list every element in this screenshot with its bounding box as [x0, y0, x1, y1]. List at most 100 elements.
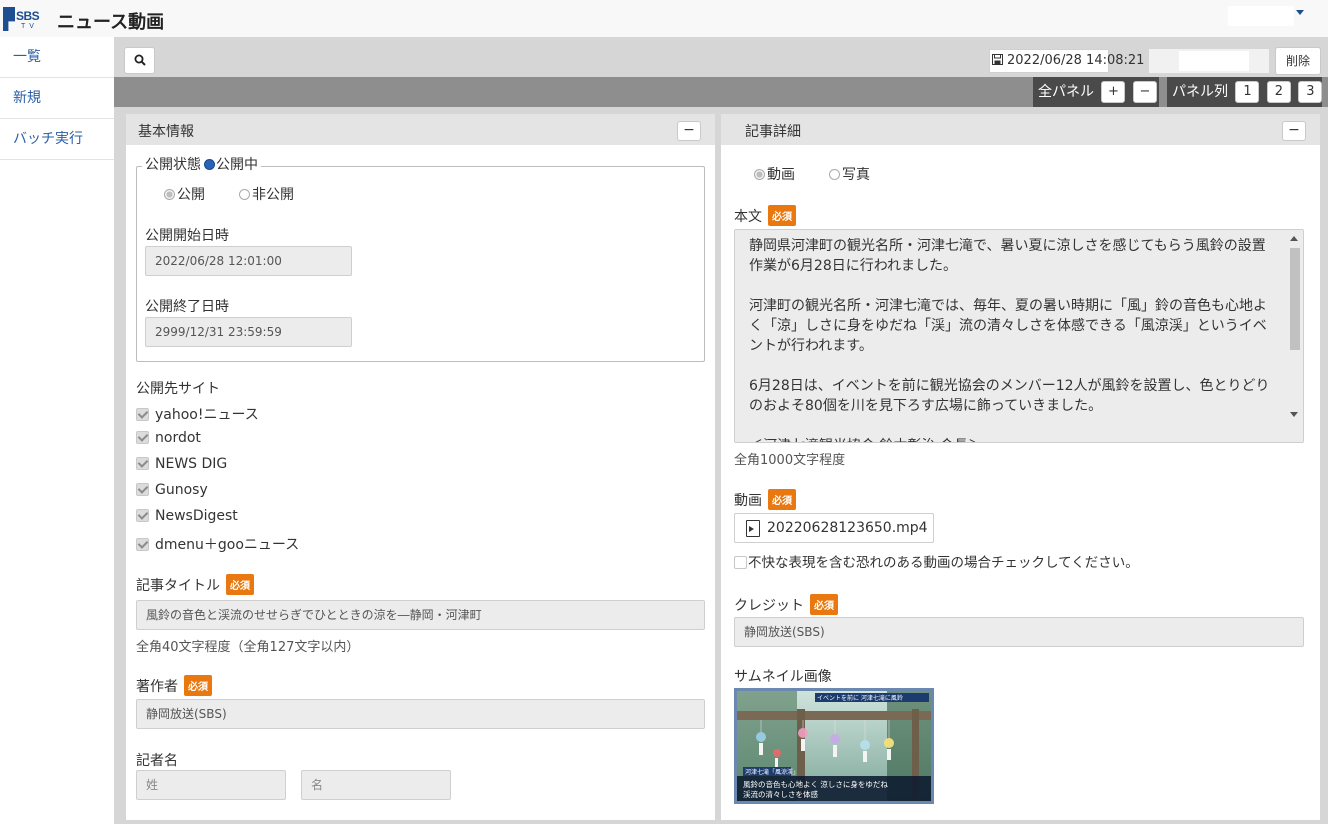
- checkbox[interactable]: [136, 408, 149, 421]
- search-icon: [134, 54, 146, 66]
- target-sites-label: 公開先サイト: [136, 381, 220, 397]
- end-date-label: 公開終了日時: [145, 299, 229, 315]
- logo-subtext: TV: [21, 23, 38, 30]
- credit-label: クレジット 必須: [734, 594, 838, 615]
- checkbox[interactable]: [136, 431, 149, 444]
- body-text: 静岡県河津町の観光名所・河津七滝で、暑い夏に涼しさを感じてもらう風鈴の設置作業が…: [749, 238, 1270, 442]
- all-panels-group: 全パネル + −: [1033, 77, 1159, 107]
- sbs-logo[interactable]: SBS TV: [3, 5, 49, 33]
- columns-1-button[interactable]: 1: [1235, 81, 1260, 103]
- start-date-field[interactable]: 2022/06/28 12:01:00: [145, 246, 352, 276]
- main-area: 2022/06/28 14:08:21 削除 全パネル + − パネル列 1 2…: [114, 37, 1328, 824]
- panel-columns-label: パネル列: [1172, 84, 1228, 100]
- credit-field[interactable]: 静岡放送(SBS): [734, 617, 1304, 647]
- checkbox[interactable]: [136, 509, 149, 522]
- reporter-last-name-input[interactable]: 姓: [136, 770, 286, 800]
- radio-private[interactable]: 非公開: [239, 184, 294, 204]
- thumbnail-image[interactable]: イベントを前に 河津七滝に風鈴 河津七滝「風涼渓」 風鈴の音色も心地よく 涼しさ…: [734, 688, 934, 804]
- sidebar-item-list[interactable]: 一覧: [0, 37, 114, 78]
- site-checkbox-row[interactable]: NewsDigest: [136, 508, 238, 524]
- reporter-label: 記者名: [136, 753, 178, 769]
- top-bar: SBS TV ニュース動画: [0, 0, 1328, 37]
- reporter-first-name-input[interactable]: 名: [301, 770, 451, 800]
- radio-private-button[interactable]: [239, 189, 250, 200]
- publish-status-label: 公開状態: [145, 157, 201, 173]
- chevron-down-icon[interactable]: [1296, 10, 1304, 15]
- body-scrollbar[interactable]: [1286, 230, 1303, 442]
- article-title-label: 記事タイトル 必須: [136, 574, 254, 595]
- site-label: dmenu＋gooニュース: [155, 537, 300, 553]
- scroll-thumb[interactable]: [1290, 248, 1300, 350]
- columns-2-button[interactable]: 2: [1266, 81, 1291, 103]
- radio-public[interactable]: 公開: [164, 184, 205, 204]
- collapse-all-button[interactable]: −: [1132, 81, 1157, 103]
- site-checkbox-row[interactable]: Gunosy: [136, 482, 208, 498]
- thumbnail-line-2: 渓流の清々しさを体感: [743, 789, 818, 799]
- body-label-text: 本文: [734, 209, 762, 225]
- publish-status-value: 公開中: [216, 157, 258, 173]
- site-label: NewsDigest: [155, 508, 238, 524]
- site-checkbox-row[interactable]: dmenu＋gooニュース: [136, 534, 299, 554]
- author-field[interactable]: 静岡放送(SBS): [136, 699, 705, 729]
- site-checkbox-row[interactable]: nordot: [136, 430, 201, 446]
- app-title: ニュース動画: [57, 12, 165, 33]
- site-label: nordot: [155, 430, 201, 446]
- start-date-label: 公開開始日時: [145, 228, 229, 244]
- body-hint: 全角1000文字程度: [734, 453, 846, 468]
- collapse-button[interactable]: −: [1282, 121, 1306, 141]
- site-label: NEWS DIG: [155, 456, 228, 472]
- scroll-up-icon[interactable]: [1290, 236, 1298, 241]
- scroll-down-icon[interactable]: [1290, 412, 1298, 417]
- radio-video-label: 動画: [767, 167, 795, 183]
- search-button[interactable]: [124, 47, 155, 74]
- article-detail-panel: 記事詳細 − 動画 写真 本文 必須 静岡県河津町の観光名所・河津七滝で、暑い夏に…: [717, 114, 1324, 824]
- required-badge: 必須: [768, 205, 796, 226]
- required-badge: 必須: [768, 489, 796, 510]
- radio-photo-label: 写真: [842, 167, 870, 183]
- saved-timestamp: 2022/06/28 14:08:21: [989, 49, 1144, 73]
- article-title-label-text: 記事タイトル: [136, 578, 220, 594]
- globe-icon: [204, 159, 215, 170]
- user-menu[interactable]: [1228, 6, 1294, 26]
- columns-3-button[interactable]: 3: [1298, 81, 1323, 103]
- required-badge: 必須: [810, 594, 838, 615]
- radio-public-button[interactable]: [164, 189, 175, 200]
- thumbnail-line-1: 風鈴の音色も心地よく 涼しさに身をゆだね: [743, 779, 888, 789]
- required-badge: 必須: [184, 675, 212, 696]
- checkbox[interactable]: [136, 457, 149, 470]
- checkbox[interactable]: [136, 483, 149, 496]
- expand-all-button[interactable]: +: [1101, 81, 1126, 103]
- radio-private-label: 非公開: [252, 187, 294, 203]
- site-checkbox-row[interactable]: NEWS DIG: [136, 456, 227, 472]
- video-file-icon: [746, 520, 760, 537]
- author-label: 著作者 必須: [136, 675, 212, 696]
- radio-photo-button[interactable]: [829, 169, 840, 180]
- delete-button[interactable]: 削除: [1275, 47, 1321, 75]
- end-date-field[interactable]: 2999/12/31 23:59:59: [145, 317, 352, 347]
- radio-video[interactable]: 動画: [754, 164, 795, 184]
- panel-header: 記事詳細 −: [721, 114, 1320, 145]
- checkbox[interactable]: [136, 538, 149, 551]
- sensitive-content-checkbox-row[interactable]: 不快な表現を含む恐れのある動画の場合チェックしてください。: [734, 551, 1139, 571]
- author-label-text: 著作者: [136, 679, 178, 695]
- article-title-hint: 全角40文字程度（全角127文字以内）: [136, 640, 360, 655]
- sensitive-content-checkbox[interactable]: [734, 556, 747, 569]
- site-label: Gunosy: [155, 482, 208, 498]
- body-textarea[interactable]: 静岡県河津町の観光名所・河津七滝で、暑い夏に涼しさを感じてもらう風鈴の設置作業が…: [734, 229, 1304, 443]
- thumbnail-caption-top: イベントを前に 河津七滝に風鈴: [817, 694, 903, 702]
- panel-title: 基本情報: [138, 124, 194, 140]
- panel-title: 記事詳細: [745, 124, 801, 140]
- radio-video-button[interactable]: [754, 169, 765, 180]
- thumbnail-label: サムネイル画像: [734, 669, 832, 685]
- sidebar: 一覧 新規 バッチ実行: [0, 37, 114, 824]
- save-icon: [992, 54, 1003, 65]
- radio-photo[interactable]: 写真: [829, 164, 870, 184]
- sidebar-item-batch[interactable]: バッチ実行: [0, 119, 114, 160]
- site-checkbox-row[interactable]: yahoo!ニュース: [136, 404, 259, 424]
- sidebar-item-new[interactable]: 新規: [0, 78, 114, 119]
- article-title-field[interactable]: 風鈴の音色と渓流のせせらぎでひとときの涼を―静岡・河津町: [136, 600, 705, 630]
- toolbar: 2022/06/28 14:08:21 削除: [114, 37, 1328, 77]
- video-file[interactable]: 20220628123650.mp4: [734, 513, 934, 543]
- collapse-button[interactable]: −: [677, 121, 701, 141]
- panel-columns-group: パネル列 1 2 3: [1167, 77, 1323, 107]
